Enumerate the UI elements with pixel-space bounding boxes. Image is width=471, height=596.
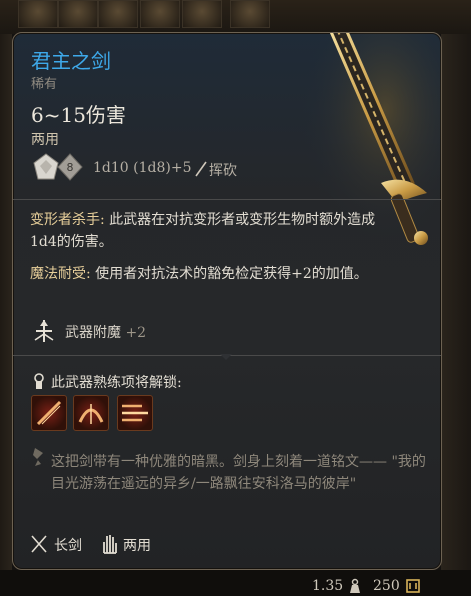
d10-die-icon (33, 153, 59, 181)
item-name: 君主之剑 (31, 49, 111, 73)
passive-text: 使用者对抗法术的豁免检定获得+2的加值。 (90, 266, 368, 282)
d8-die-icon: 8 (57, 153, 83, 181)
proficiency-unlock-label: 此武器熟练项将解锁: (51, 375, 182, 391)
damage-roll: 1d10 (1d8)+5 (93, 160, 192, 176)
item-tooltip: 君主之剑 稀有 6~15伤害 两用 8 1d10 (1d8)+5 挥砍 变形者杀… (12, 32, 442, 570)
passive-keyword: 魔法耐受: (30, 266, 91, 282)
cleave-action-icon[interactable] (73, 395, 109, 431)
hotbar-slot[interactable] (18, 0, 58, 28)
lore-quill-icon (33, 448, 43, 466)
hotbar-slot[interactable] (58, 0, 98, 28)
divider-caret (220, 354, 232, 360)
background-left (0, 34, 12, 596)
hotbar-slot[interactable] (140, 0, 180, 28)
property-handedness: 两用 (123, 538, 151, 554)
item-rarity: 稀有 (31, 77, 58, 92)
enchantment-icon (34, 320, 54, 342)
enchantment-label: 武器附魔 (65, 325, 121, 341)
property-weapon-type: 长剑 (54, 538, 82, 554)
damage-type: 挥砍 (209, 163, 237, 179)
longsword-icon (31, 535, 47, 553)
background-right (441, 34, 471, 596)
rush-action-icon[interactable] (117, 395, 153, 431)
damage-range: 6~15伤害 (31, 103, 126, 127)
divider (13, 354, 441, 360)
damage-dice: 8 (33, 153, 87, 183)
divider (13, 199, 441, 200)
weight-icon (350, 578, 360, 593)
enchantment-bonus: +2 (125, 325, 147, 341)
passive-magic-resistance: 魔法耐受: 使用者对抗法术的豁免检定获得+2的加值。 (30, 263, 400, 285)
item-value: 250 (373, 578, 400, 594)
background-bottom (0, 570, 471, 596)
passive-keyword: 变形者杀手: (30, 212, 105, 228)
passive-shapeshifter-slayer: 变形者杀手: 此武器在对抗变形者或变形生物时额外造成1d4的伤害。 (30, 209, 400, 253)
hotbar-slot[interactable] (98, 0, 138, 28)
versatile-hand-icon (103, 535, 117, 554)
item-lore: 这把剑带有一种优雅的暗黑。剑身上刻着一道铭文—— "我的目光游荡在遥远的异乡/一… (51, 454, 426, 492)
hotbar-strip (0, 0, 471, 34)
unlock-icon (34, 373, 44, 389)
handedness: 两用 (31, 132, 59, 148)
svg-text:8: 8 (67, 161, 74, 174)
item-weight: 1.35 (312, 578, 344, 594)
weapon-enchantment: 武器附魔 +2 (65, 322, 146, 342)
hotbar-slot[interactable] (182, 0, 222, 28)
hotbar-slot[interactable] (230, 0, 270, 28)
slash-action-icon[interactable] (31, 395, 67, 431)
slashing-icon (195, 161, 207, 177)
gold-coin-icon (406, 579, 420, 593)
